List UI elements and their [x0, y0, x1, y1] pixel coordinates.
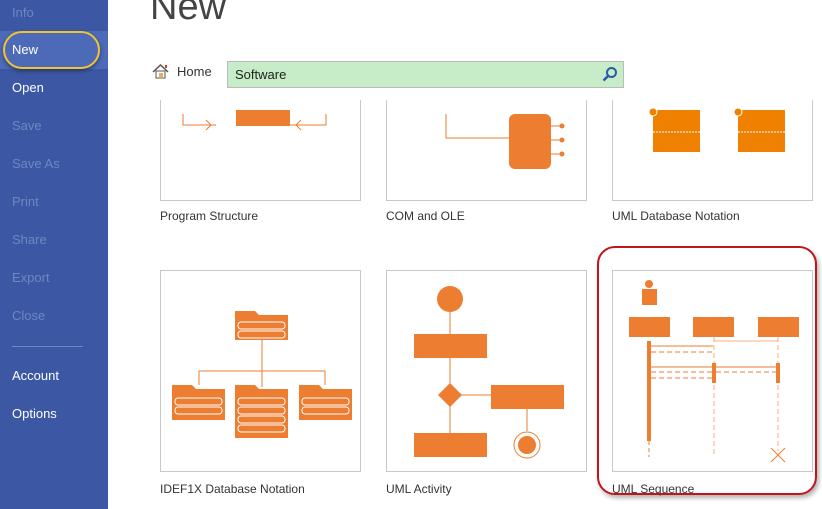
- template-label: UML Activity: [386, 482, 452, 496]
- menu-account[interactable]: Account: [0, 357, 108, 395]
- idef1x-thumbnail: [172, 311, 352, 438]
- selection-highlight-ring: [597, 246, 817, 495]
- template-label: COM and OLE: [386, 209, 465, 223]
- program-structure-thumbnail: [182, 110, 327, 131]
- menu-print: Print: [12, 194, 39, 209]
- template-label: IDEF1X Database Notation: [160, 482, 305, 496]
- search-input[interactable]: [228, 62, 588, 87]
- house-icon: [152, 64, 169, 79]
- home-label: Home: [177, 64, 212, 79]
- template-search[interactable]: [227, 61, 624, 88]
- home-button[interactable]: Home: [152, 64, 212, 79]
- template-uml-activity[interactable]: [386, 270, 587, 472]
- menu-export: Export: [12, 270, 50, 285]
- menu-open[interactable]: Open: [0, 69, 108, 107]
- template-label: Program Structure: [160, 209, 259, 223]
- menu-options[interactable]: Options: [0, 395, 108, 433]
- menu-info: Info: [12, 5, 34, 20]
- uml-database-thumbnail: [648, 107, 785, 152]
- template-uml-database[interactable]: [612, 100, 813, 201]
- menu-save: Save: [12, 118, 42, 133]
- page-title: New: [150, 0, 227, 28]
- magnifier-icon[interactable]: [602, 66, 618, 82]
- com-ole-thumbnail: [445, 114, 565, 169]
- uml-activity-thumbnail: [414, 286, 564, 459]
- menu-share: Share: [12, 232, 47, 247]
- menu-divider: [12, 346, 83, 347]
- template-program-structure[interactable]: [160, 100, 361, 201]
- template-label: UML Database Notation: [612, 209, 740, 223]
- template-idef1x[interactable]: [160, 270, 361, 472]
- menu-save-as: Save As: [12, 156, 60, 171]
- new-highlight-ring: [3, 31, 100, 69]
- menu-close: Close: [12, 308, 46, 323]
- template-com-ole[interactable]: [386, 100, 587, 201]
- backstage-sidebar: Info New Open Save Save As Print Share E…: [0, 0, 108, 509]
